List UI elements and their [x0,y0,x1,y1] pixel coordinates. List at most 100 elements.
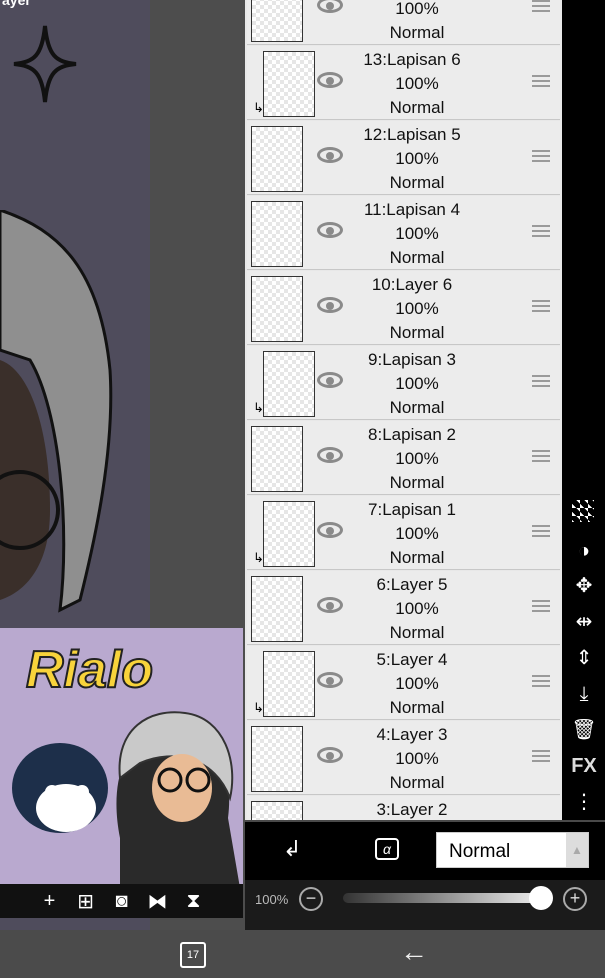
layer-row[interactable]: 8:Lapisan 2 100% Normal [247,421,560,495]
back-button[interactable]: ← [400,936,428,968]
layer-thumbnail[interactable] [251,126,303,192]
drag-handle-icon[interactable] [532,450,550,462]
visibility-eye-icon[interactable] [317,147,343,163]
camera-icon[interactable]: ◙ [110,890,134,913]
visibility-eye-icon[interactable] [317,672,343,688]
layer-thumbnail[interactable] [263,351,315,417]
layer-row[interactable]: ↳ 13:Lapisan 6 100% Normal [247,46,560,120]
layer-blend-mode: Normal [389,698,445,717]
layer-blend-mode: Normal [389,398,445,417]
layer-thumbnail[interactable] [251,276,303,342]
chevron-up-icon: ▲ [566,833,588,867]
opacity-minus-button[interactable]: − [299,887,323,911]
layer-blend-mode: Normal [389,623,445,642]
flip-horizontal-icon[interactable]: ⧓ [146,889,170,914]
drag-handle-icon[interactable] [532,75,550,87]
layer-options-bar: ↲ α Normal ▲ [245,822,605,880]
drag-handle-icon[interactable] [532,600,550,612]
fx-button[interactable]: FX [570,752,598,780]
drag-handle-icon[interactable] [532,375,550,387]
layer-name: 4:Layer 3 [376,725,448,744]
invert-icon[interactable]: ◑ [570,537,598,565]
flip-horizontal-icon[interactable]: ⇹ [570,608,598,636]
layer-row[interactable]: ↳ 5:Layer 4 100% Normal [247,646,560,720]
visibility-eye-icon[interactable] [317,447,343,463]
clipping-arrow-icon: ↳ [253,700,264,715]
drag-handle-icon[interactable] [532,300,550,312]
layer-row[interactable]: 12:Lapisan 5 100% Normal [247,121,560,195]
layer-thumbnail[interactable] [251,726,303,792]
blend-mode-select[interactable]: Normal ▲ [436,832,589,868]
clipping-arrow-icon: ↳ [253,400,264,415]
recent-apps-button[interactable]: 17 [180,942,206,968]
more-icon[interactable]: ⋮ [570,788,598,816]
character-hair-artwork [0,210,113,613]
layer-row[interactable]: ↳ 7:Lapisan 1 100% Normal [247,496,560,570]
sparkle-decoration [13,25,77,103]
visibility-eye-icon[interactable] [317,597,343,613]
layer-opacity: 100% [395,0,439,18]
layer-name: 3:Layer 2 [376,800,448,819]
drag-handle-icon[interactable] [532,150,550,162]
layer-opacity: 100% [395,299,439,318]
visibility-eye-icon[interactable] [317,372,343,388]
visibility-eye-icon[interactable] [317,222,343,238]
drag-handle-icon[interactable] [532,225,550,237]
layer-name: 10:Layer 6 [371,275,453,294]
visibility-eye-icon[interactable] [317,297,343,313]
drag-handle-icon[interactable] [532,525,550,537]
character-preview-artwork [12,711,240,888]
layer-thumbnail[interactable] [263,501,315,567]
move-icon[interactable]: ✥ [570,572,598,600]
visibility-eye-icon[interactable] [317,522,343,538]
layer-row[interactable]: 10:Layer 6 100% Normal [247,271,560,345]
layer-name: 9:Lapisan 3 [368,350,456,369]
lock-alpha-button[interactable]: α [375,838,399,860]
panel-title: ayer [2,0,31,8]
layer-list[interactable]: 100% Normal ↳ 13:Lapisan 6 100% Normal 12:Lapi… [245,0,562,820]
opacity-label: 100% [255,892,289,907]
drag-handle-icon[interactable] [532,675,550,687]
add-layer-icon[interactable]: ⊞ [74,889,98,914]
plus-icon[interactable]: + [38,890,62,913]
layer-opacity: 100% [395,674,439,693]
visibility-eye-icon[interactable] [317,747,343,763]
layer-thumbnail[interactable] [251,576,303,642]
layer-thumbnail[interactable] [263,51,315,117]
layer-name: 7:Lapisan 1 [368,500,456,519]
layer-opacity: 100% [395,449,439,468]
layer-row[interactable]: 4:Layer 3 100% Normal [247,721,560,795]
layer-thumbnail[interactable] [263,651,315,717]
layer-row[interactable]: 6:Layer 5 100% Normal [247,571,560,645]
layer-tools-strip: ◑ ✥ ⇹ ⇕ ⤓ 🗑 FX ⋮ [562,0,605,820]
layer-thumbnail[interactable] [251,201,303,267]
trash-icon[interactable]: 🗑 [570,716,598,744]
drag-handle-icon[interactable] [532,0,550,12]
layer-thumbnail[interactable] [251,801,303,820]
clipping-button[interactable]: ↲ [283,836,301,862]
opacity-slider-knob[interactable] [529,886,553,910]
layer-thumbnail[interactable] [251,426,303,492]
layer-name: 12:Lapisan 5 [363,125,461,144]
layer-row[interactable]: 11:Lapisan 4 100% Normal [247,196,560,270]
layer-opacity: 100% [395,149,439,168]
visibility-eye-icon[interactable] [317,72,343,88]
layer-row[interactable]: ↳ 9:Lapisan 3 100% Normal [247,346,560,420]
layer-name: 5:Layer 4 [376,650,448,669]
layer-row[interactable]: 100% Normal [247,0,560,45]
opacity-bar: 100% − + [245,880,605,930]
drag-handle-icon[interactable] [532,750,550,762]
layer-opacity: 100% [395,749,439,768]
opacity-plus-button[interactable]: + [563,887,587,911]
layer-blend-mode: Normal [389,248,445,267]
merge-down-icon[interactable]: ⤓ [570,680,598,708]
visibility-eye-icon[interactable] [317,0,343,13]
checker-icon[interactable] [572,500,594,522]
layer-thumbnail[interactable] [251,0,303,42]
layer-name: 6:Layer 5 [376,575,448,594]
flip-vertical-icon[interactable]: ⇕ [570,644,598,672]
flip-vertical-icon[interactable]: ⧗ [182,890,206,913]
layer-row[interactable]: 3:Layer 2 [247,796,560,820]
opacity-slider[interactable] [343,893,543,903]
preview-toolbar: + ⊞ ◙ ⧓ ⧗ [0,884,243,918]
